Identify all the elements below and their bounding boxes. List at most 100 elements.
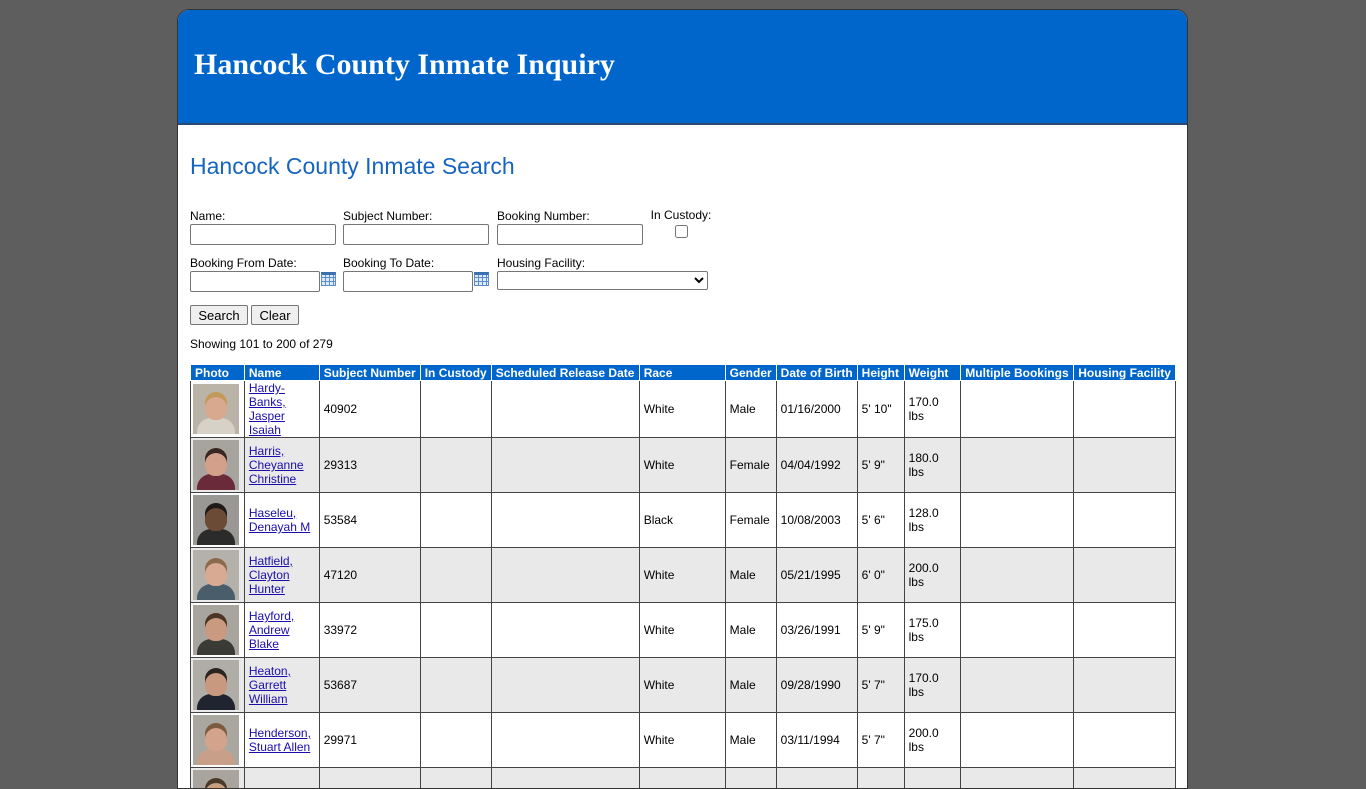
inmate-photo[interactable] xyxy=(193,605,239,655)
site-title: Hancock County Inmate Inquiry xyxy=(194,48,615,82)
weight-cell xyxy=(904,768,961,789)
search-button[interactable]: Search xyxy=(190,305,248,325)
race-cell: White xyxy=(639,658,725,713)
height-cell: 5' 7" xyxy=(857,658,904,713)
inmate-photo[interactable] xyxy=(193,660,239,710)
table-row: Hardy-Banks, Jasper Isaiah40902WhiteMale… xyxy=(191,381,1176,438)
subject-number-input[interactable] xyxy=(343,224,489,245)
race-cell xyxy=(639,768,725,789)
booking-to-input[interactable] xyxy=(343,271,473,292)
height-cell xyxy=(857,768,904,789)
booking-number-input[interactable] xyxy=(497,224,643,245)
facility-cell xyxy=(1074,548,1176,603)
facility-cell xyxy=(1074,603,1176,658)
name-input[interactable] xyxy=(190,224,336,245)
facility-cell xyxy=(1074,768,1176,789)
release-cell xyxy=(491,381,639,438)
results-table: PhotoNameSubject NumberIn CustodySchedul… xyxy=(190,364,1176,789)
housing-facility-select[interactable] xyxy=(497,271,708,290)
housing-facility-field: Housing Facility: xyxy=(497,256,708,290)
inmate-name-link[interactable]: Hayford, Andrew Blake xyxy=(249,609,315,651)
subject-cell: 53687 xyxy=(319,658,420,713)
inmate-photo[interactable] xyxy=(193,495,239,545)
column-header: Date of Birth xyxy=(776,365,857,381)
inmate-name-link[interactable]: Hatfield, Clayton Hunter xyxy=(249,554,315,596)
inmate-name-link[interactable]: Heaton, Garrett William xyxy=(249,664,315,706)
facility-cell xyxy=(1074,381,1176,438)
subject-cell: 29971 xyxy=(319,713,420,768)
custody-cell xyxy=(420,438,491,493)
photo-cell xyxy=(191,493,245,548)
release-cell xyxy=(491,658,639,713)
inmate-photo[interactable] xyxy=(193,384,239,434)
inmate-photo[interactable] xyxy=(193,440,239,490)
release-cell xyxy=(491,768,639,789)
dob-cell: 01/16/2000 xyxy=(776,381,857,438)
booking-number-field: Booking Number: xyxy=(497,209,643,245)
race-cell: Black xyxy=(639,493,725,548)
facility-cell xyxy=(1074,713,1176,768)
gender-cell: Male xyxy=(725,548,776,603)
custody-cell xyxy=(420,658,491,713)
race-cell: White xyxy=(639,381,725,438)
weight-cell: 200.0 lbs xyxy=(904,548,961,603)
multiple-cell xyxy=(961,713,1074,768)
height-cell: 5' 10" xyxy=(857,381,904,438)
name-cell xyxy=(244,768,319,789)
subject-cell: 29313 xyxy=(319,438,420,493)
inmate-name-link[interactable]: Henderson, Stuart Allen xyxy=(249,726,315,754)
photo-cell xyxy=(191,768,245,789)
results-count: Showing 101 to 200 of 279 xyxy=(190,337,333,351)
table-row: Heaton, Garrett William53687WhiteMale09/… xyxy=(191,658,1176,713)
in-custody-checkbox[interactable] xyxy=(675,225,688,238)
clear-button[interactable]: Clear xyxy=(251,305,299,325)
dob-cell: 10/08/2003 xyxy=(776,493,857,548)
name-label: Name: xyxy=(190,209,336,224)
booking-from-label: Booking From Date: xyxy=(190,256,336,271)
inmate-photo[interactable] xyxy=(193,770,239,789)
inmate-name-link[interactable]: Harris, Cheyanne Christine xyxy=(249,444,315,486)
column-header: Gender xyxy=(725,365,776,381)
height-cell: 5' 9" xyxy=(857,438,904,493)
subject-cell: 47120 xyxy=(319,548,420,603)
column-header: Housing Facility xyxy=(1074,365,1176,381)
release-cell xyxy=(491,493,639,548)
photo-cell xyxy=(191,713,245,768)
column-header: In Custody xyxy=(420,365,491,381)
dob-cell xyxy=(776,768,857,789)
dob-cell: 04/04/1992 xyxy=(776,438,857,493)
page-title: Hancock County Inmate Search xyxy=(190,153,515,180)
inmate-name-link[interactable]: Hardy-Banks, Jasper Isaiah xyxy=(249,381,315,437)
column-header: Photo xyxy=(191,365,245,381)
multiple-cell xyxy=(961,658,1074,713)
column-header: Height xyxy=(857,365,904,381)
column-header: Weight xyxy=(904,365,961,381)
name-cell: Heaton, Garrett William xyxy=(244,658,319,713)
custody-cell xyxy=(420,493,491,548)
booking-from-input[interactable] xyxy=(190,271,320,292)
weight-cell: 128.0 lbs xyxy=(904,493,961,548)
race-cell: White xyxy=(639,548,725,603)
booking-to-label: Booking To Date: xyxy=(343,256,489,271)
calendar-icon[interactable] xyxy=(321,272,336,286)
table-row xyxy=(191,768,1176,789)
column-header: Multiple Bookings xyxy=(961,365,1074,381)
subject-cell: 53584 xyxy=(319,493,420,548)
inmate-photo[interactable] xyxy=(193,715,239,765)
table-row: Harris, Cheyanne Christine29313WhiteFema… xyxy=(191,438,1176,493)
calendar-icon[interactable] xyxy=(474,272,489,286)
subject-number-label: Subject Number: xyxy=(343,209,489,224)
multiple-cell xyxy=(961,381,1074,438)
inmate-name-link[interactable]: Haseleu, Denayah M xyxy=(249,506,315,534)
column-header: Subject Number xyxy=(319,365,420,381)
column-header: Scheduled Release Date xyxy=(491,365,639,381)
gender-cell: Male xyxy=(725,713,776,768)
inmate-photo[interactable] xyxy=(193,550,239,600)
weight-cell: 170.0 lbs xyxy=(904,658,961,713)
subject-number-field: Subject Number: xyxy=(343,209,489,245)
multiple-cell xyxy=(961,493,1074,548)
photo-cell xyxy=(191,438,245,493)
release-cell xyxy=(491,438,639,493)
name-cell: Hatfield, Clayton Hunter xyxy=(244,548,319,603)
custody-cell xyxy=(420,381,491,438)
